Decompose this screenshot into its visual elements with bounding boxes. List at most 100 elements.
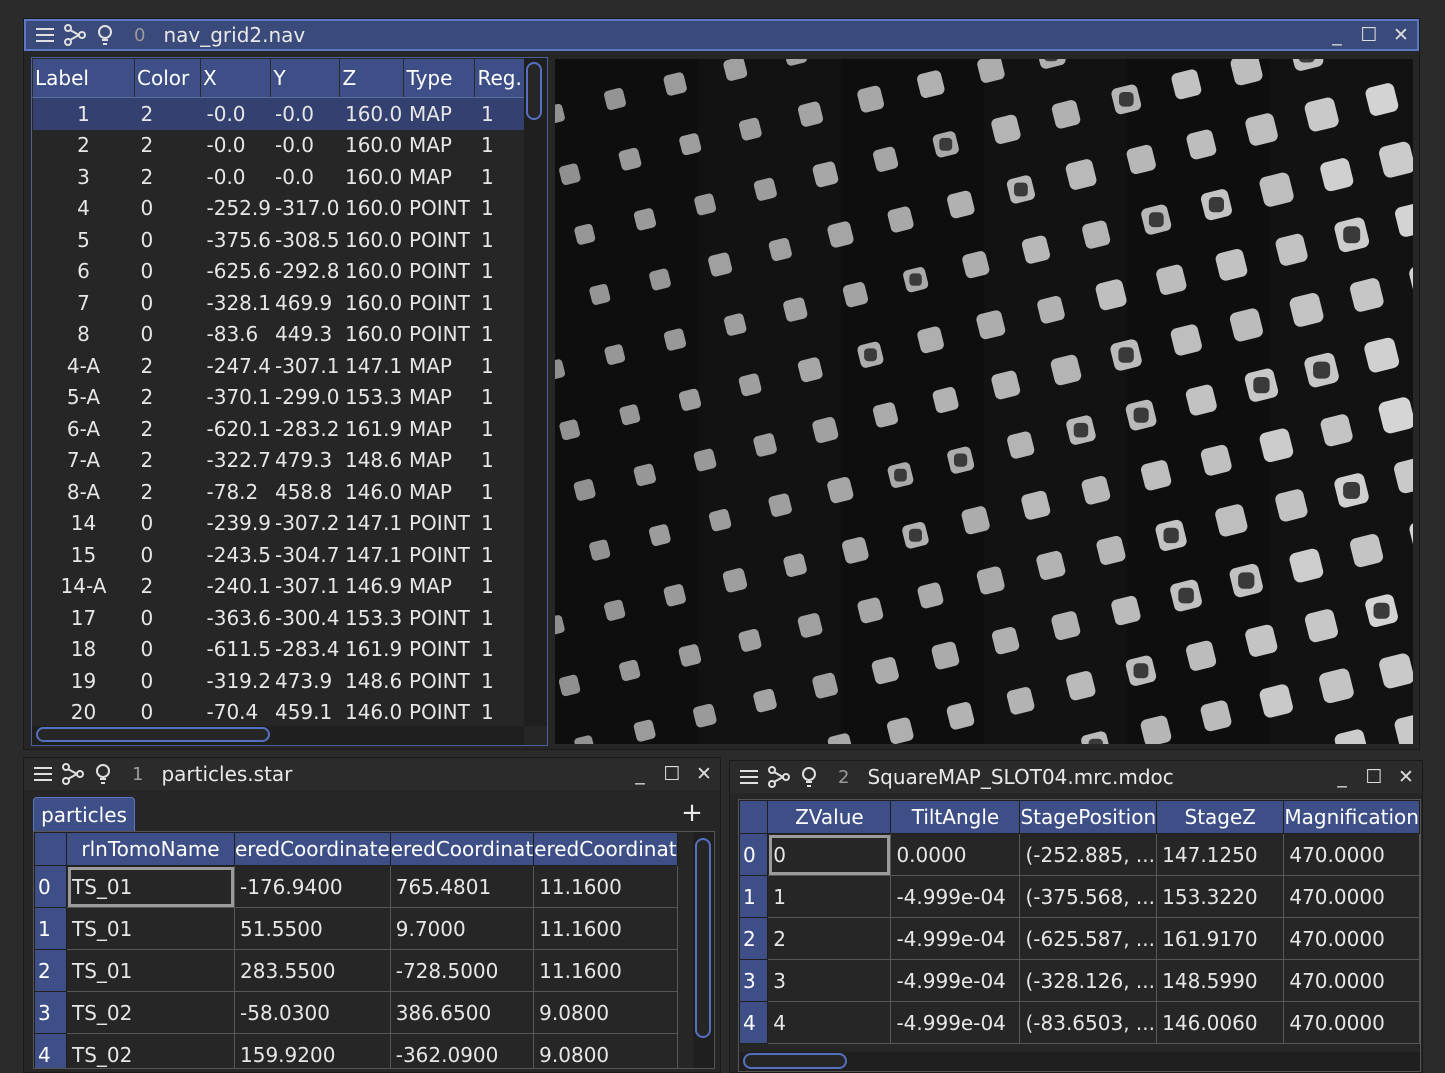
table-cell[interactable]: 1 [474,97,526,130]
table-cell[interactable]: 0 [135,697,201,729]
table-cell[interactable]: MAP [404,350,475,382]
table-cell[interactable]: 1 [475,602,526,634]
nav-vertical-scrollbar[interactable] [524,58,547,726]
table-row[interactable]: 3 3 -4.999e-04 (-328.126, ... 148.5990 470.00… [739,959,1420,1002]
table-cell[interactable]: 19 [33,665,135,697]
table-cell[interactable]: TS_01 [66,949,235,992]
table-cell[interactable]: 1 [475,287,526,319]
table-row[interactable]: 7-A 2 -322.7 479.3 148.6 MAP 1 [33,445,526,477]
scrollbar-thumb[interactable] [695,838,711,1038]
table-cell[interactable]: -0.0 [200,97,271,130]
table-cell[interactable]: 765.4801 [389,865,535,908]
table-cell[interactable]: POINT [404,193,475,225]
table-cell[interactable]: 146.0 [340,476,404,508]
table-cell[interactable]: 2 [135,382,201,414]
table-row[interactable]: 17 0 -363.6 -300.4 153.3 POINT 1 [33,602,526,634]
table-cell[interactable]: -176.9400 [234,865,391,908]
table-cell[interactable]: 470.0000 [1283,959,1420,1002]
table-row[interactable]: 5 0 -375.6 -308.5 160.0 POINT 1 [33,224,526,256]
column-header[interactable]: StageZ [1156,800,1285,834]
table-cell[interactable]: 5-A [33,382,135,414]
table-row[interactable]: 2 TS_01 283.5500 -728.5000 11.1600 [34,949,678,992]
maximize-button[interactable]: ☐ [1358,766,1390,788]
column-header[interactable]: StagePosition [1019,800,1158,834]
row-index[interactable]: 2 [34,949,67,992]
table-cell[interactable]: MAP [404,571,475,603]
minimize-button[interactable]: _ [624,763,656,785]
table-cell[interactable]: 147.1250 [1156,833,1285,876]
table-cell[interactable]: (-83.6503, ... [1019,1001,1158,1044]
table-cell[interactable]: -299.0 [271,382,340,414]
table-cell[interactable]: -362.0900 [389,1033,535,1068]
table-cell[interactable]: 2 [33,130,135,162]
row-index[interactable]: 1 [739,875,769,918]
table-cell[interactable]: 14-A [33,571,135,603]
table-cell[interactable]: 0 [135,224,201,256]
table-cell[interactable]: (-328.126, ... [1019,959,1158,1002]
table-cell[interactable]: 148.6 [340,665,404,697]
table-cell[interactable]: 2 [767,917,892,960]
table-cell[interactable]: -4.999e-04 [890,1001,1021,1044]
table-cell[interactable]: POINT [404,508,475,540]
table-cell[interactable]: 0 [135,602,201,634]
table-cell[interactable]: TS_01 [66,907,235,950]
table-cell[interactable]: POINT [404,224,475,256]
lightbulb-icon[interactable] [94,24,116,46]
table-cell[interactable]: MAP [404,445,475,477]
table-cell[interactable]: -4.999e-04 [890,959,1021,1002]
table-cell[interactable]: 0.0000 [890,833,1021,876]
table-cell[interactable]: POINT [404,634,475,666]
table-cell[interactable]: MAP [404,130,475,162]
lightbulb-icon[interactable] [92,763,114,785]
table-cell[interactable]: 148.6 [340,445,404,477]
table-cell[interactable]: 458.8 [271,476,340,508]
table-cell[interactable]: 4 [767,1001,892,1044]
table-cell[interactable]: POINT [404,256,475,288]
table-cell[interactable]: 147.1 [340,350,404,382]
table-row[interactable]: 0 0 0.0000 (-252.885, ... 147.1250 470.0000 [739,833,1420,876]
table-row[interactable]: 5-A 2 -370.1 -299.0 153.3 MAP 1 [33,382,526,414]
table-row[interactable]: 8-A 2 -78.2 458.8 146.0 MAP 1 [33,476,526,508]
table-cell[interactable]: 159.9200 [234,1033,391,1068]
column-header[interactable]: eredCoordinate [234,832,391,866]
table-cell[interactable]: -243.5 [201,539,271,571]
table-cell[interactable]: TS_02 [66,1033,235,1068]
table-cell[interactable]: 449.3 [271,319,340,351]
table-row[interactable]: 6-A 2 -620.1 -283.2 161.9 MAP 1 [33,413,526,445]
column-header[interactable]: Magnification [1283,800,1420,834]
table-cell[interactable]: 160.0 [340,224,404,256]
table-cell[interactable]: -4.999e-04 [890,875,1021,918]
table-cell[interactable]: 8-A [33,476,135,508]
table-cell[interactable]: 146.9 [340,571,404,603]
row-index[interactable]: 3 [739,959,769,1002]
row-index[interactable]: 3 [34,991,67,1034]
tab-particles[interactable]: particles [33,797,135,832]
maximize-button[interactable]: ☐ [1353,24,1385,46]
table-cell[interactable]: 0 [135,634,201,666]
table-cell[interactable]: 5 [33,224,135,256]
table-row[interactable]: 3 2 -0.0 -0.0 160.0 MAP 1 [33,161,526,193]
table-cell[interactable]: 20 [33,697,135,729]
table-cell[interactable]: -307.1 [271,571,340,603]
column-header[interactable]: eredCoordinat [389,832,535,866]
table-cell[interactable]: -0.0 [271,130,340,162]
table-cell[interactable]: 17 [33,602,135,634]
table-cell[interactable]: 0 [135,508,201,540]
table-row[interactable]: 1 1 -4.999e-04 (-375.568, ... 153.3220 470.00… [739,875,1420,918]
table-cell[interactable]: -283.4 [271,634,340,666]
row-index[interactable]: 0 [739,833,769,876]
table-cell[interactable]: 146.0 [340,697,404,729]
table-cell[interactable]: 9.0800 [533,1033,678,1068]
table-cell[interactable]: -363.6 [201,602,271,634]
column-header-type[interactable]: Type [403,58,476,98]
table-cell[interactable]: 160.0 [340,130,404,162]
table-cell[interactable]: MAP [404,382,475,414]
table-row[interactable]: 4 TS_02 159.9200 -362.0900 9.0800 [34,1033,678,1068]
table-row[interactable]: 4 0 -252.9 -317.0 160.0 POINT 1 [33,193,526,225]
table-cell[interactable]: 470.0000 [1283,1001,1420,1044]
table-cell[interactable]: 147.1 [340,508,404,540]
table-cell[interactable]: POINT [404,665,475,697]
table-cell[interactable]: 1 [475,445,526,477]
close-button[interactable]: ✕ [1390,766,1422,788]
table-cell[interactable]: 0 [135,193,201,225]
